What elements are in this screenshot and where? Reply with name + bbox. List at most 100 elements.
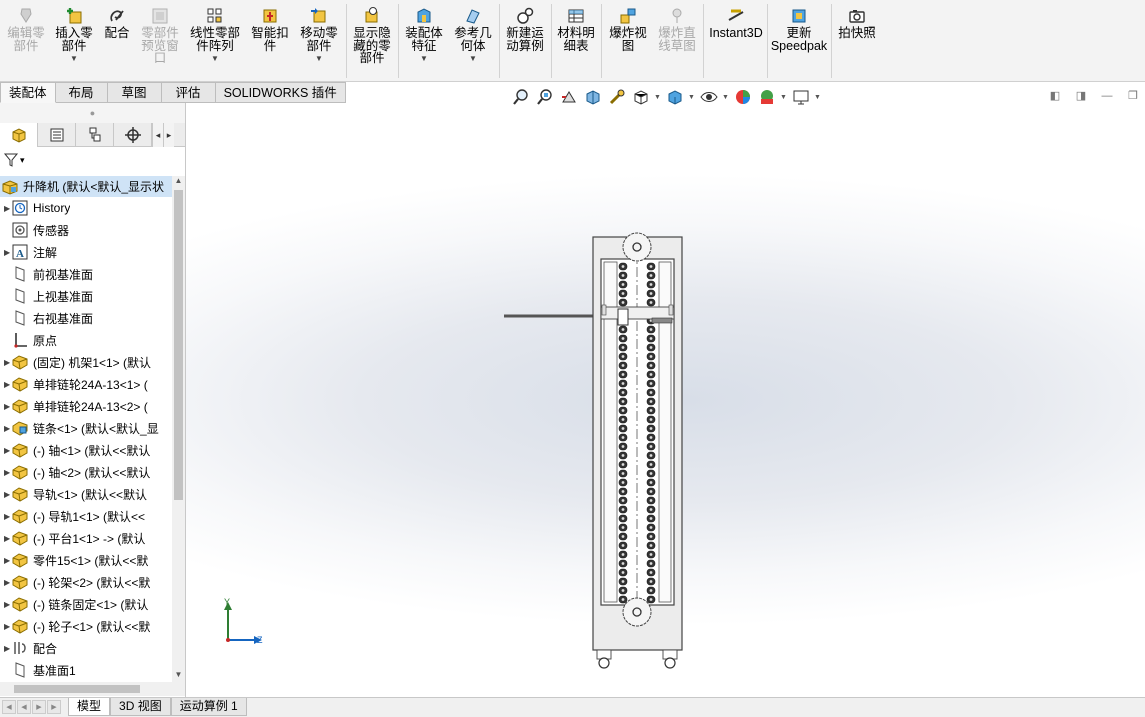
expand-arrow-icon[interactable]: ▶ xyxy=(0,424,11,433)
assembly-features-button[interactable]: 装配体 特征 ▼ xyxy=(402,6,446,78)
insert-component-button[interactable]: 插入零 部件 ▼ xyxy=(53,6,95,78)
tree-root-assembly[interactable]: 升降机 (默认<默认_显示状 xyxy=(0,176,172,197)
expand-arrow-icon[interactable]: ▶ xyxy=(0,644,11,653)
expand-arrow-icon[interactable]: ▶ xyxy=(0,578,11,587)
tree-item[interactable]: ▶ 零件15<1> (默认<<默 xyxy=(0,549,172,571)
panel-grip[interactable]: ● xyxy=(0,103,185,123)
display-style-button[interactable] xyxy=(664,86,686,108)
tab-scroll-left-icon[interactable]: ◂ xyxy=(152,123,163,147)
expand-arrow-icon[interactable]: ▶ xyxy=(0,600,11,609)
dynamic-annotation-button[interactable] xyxy=(606,86,628,108)
tree-item[interactable]: 前视基准面 xyxy=(0,263,172,285)
new-motion-study-button[interactable]: 新建运 动算例 xyxy=(503,6,547,78)
tree-item[interactable]: 基准面1 xyxy=(0,659,172,681)
tree-item[interactable]: 原点 xyxy=(0,329,172,351)
reference-geometry-button[interactable]: 参考几 何体 ▼ xyxy=(451,6,495,78)
apply-scene-button[interactable] xyxy=(756,86,778,108)
section-view-button[interactable] xyxy=(582,86,604,108)
tab-configuration-manager[interactable] xyxy=(76,123,114,147)
expand-arrow-icon[interactable]: ▶ xyxy=(0,534,11,543)
hide-show-items-button[interactable] xyxy=(698,86,720,108)
tree-item[interactable]: ▶ (-) 轴<1> (默认<<默认 xyxy=(0,439,172,461)
tile-left-icon[interactable]: ◧ xyxy=(1047,88,1063,104)
chevron-down-icon[interactable]: ▼ xyxy=(654,94,662,101)
tree-item[interactable]: ▶ 配合 xyxy=(0,637,172,659)
edit-appearance-button[interactable] xyxy=(732,86,754,108)
scroll-thumb[interactable] xyxy=(14,685,140,693)
dropdown-caret-icon[interactable]: ▼ xyxy=(70,54,78,63)
instant3d-button[interactable]: Instant3D xyxy=(708,6,764,78)
tree-item[interactable]: ▶ 单排链轮24A-13<2> ( xyxy=(0,395,172,417)
view-settings-button[interactable] xyxy=(790,86,812,108)
chevron-down-icon[interactable]: ▼ xyxy=(780,94,788,101)
move-component-button[interactable]: 移动零 部件 ▼ xyxy=(297,6,341,78)
tree-item[interactable]: ▶ 链条<1> (默认<默认_显 xyxy=(0,417,172,439)
expand-arrow-icon[interactable]: ▶ xyxy=(0,402,11,411)
tree-item[interactable]: ▶ (-) 链条固定<1> (默认 xyxy=(0,593,172,615)
component-preview-window-button[interactable]: 零部件 预览窗 口 xyxy=(138,6,182,78)
tab-dimxpert-manager[interactable] xyxy=(114,123,152,147)
tree-item[interactable]: ▶ (-) 轮子<1> (默认<<默 xyxy=(0,615,172,637)
last-tab-icon[interactable]: ▶ xyxy=(47,700,61,714)
zoom-to-fit-button[interactable] xyxy=(510,86,532,108)
tree-item[interactable]: ▶ 导轨<1> (默认<<默认 xyxy=(0,483,172,505)
tree-filter[interactable]: ▾ xyxy=(0,147,185,173)
scroll-down-icon[interactable]: ▼ xyxy=(172,670,185,682)
tab-property-manager[interactable] xyxy=(38,123,76,147)
tree-item[interactable]: 上视基准面 xyxy=(0,285,172,307)
expand-arrow-icon[interactable]: ▶ xyxy=(0,490,11,499)
tab-3d-view[interactable]: 3D 视图 xyxy=(110,698,171,716)
update-speedpak-button[interactable]: 更新 Speedpak xyxy=(771,6,827,78)
expand-arrow-icon[interactable]: ▶ xyxy=(0,512,11,521)
graphics-area[interactable]: Y Z xyxy=(186,103,1145,697)
tree-vertical-scrollbar[interactable]: ▲ ▼ xyxy=(172,176,185,682)
scroll-thumb[interactable] xyxy=(174,190,183,500)
chevron-down-icon[interactable]: ▼ xyxy=(688,94,696,101)
previous-view-button[interactable] xyxy=(558,86,580,108)
tab-scroll-right-icon[interactable]: ▸ xyxy=(163,123,174,147)
tree-item[interactable]: 右视基准面 xyxy=(0,307,172,329)
dropdown-caret-icon[interactable]: ▼ xyxy=(315,54,323,63)
tab-sketch[interactable]: 草图 xyxy=(107,82,162,103)
tree-item[interactable]: ▶ A 注解 xyxy=(0,241,172,263)
bill-of-materials-button[interactable]: 材料明 细表 xyxy=(555,6,597,78)
tab-evaluate[interactable]: 评估 xyxy=(161,82,216,103)
expand-arrow-icon[interactable]: ▶ xyxy=(0,380,11,389)
edit-component-button[interactable]: 编辑零 部件 xyxy=(6,6,46,78)
dropdown-caret-icon[interactable]: ▼ xyxy=(469,54,477,63)
tree-item[interactable]: ▶ (-) 平台1<1> -> (默认 xyxy=(0,527,172,549)
dropdown-caret-icon[interactable]: ▼ xyxy=(211,54,219,63)
tab-layout[interactable]: 布局 xyxy=(55,82,108,103)
tab-assembly[interactable]: 装配体 xyxy=(0,82,56,103)
take-snapshot-button[interactable]: 拍快照 xyxy=(835,6,879,78)
tree-item[interactable]: ▶ (-) 轮架<2> (默认<<默 xyxy=(0,571,172,593)
view-orientation-button[interactable] xyxy=(630,86,652,108)
expand-arrow-icon[interactable]: ▶ xyxy=(0,622,11,631)
chevron-down-icon[interactable]: ▼ xyxy=(722,94,730,101)
tree-item[interactable]: ▶ 单排链轮24A-13<1> ( xyxy=(0,373,172,395)
tab-solidworks-addins[interactable]: SOLIDWORKS 插件 xyxy=(215,82,346,103)
minimize-icon[interactable]: — xyxy=(1099,88,1115,104)
scroll-up-icon[interactable]: ▲ xyxy=(172,176,185,188)
expand-arrow-icon[interactable]: ▶ xyxy=(0,248,11,257)
tree-item[interactable]: ▶ (-) 轴<2> (默认<<默认 xyxy=(0,461,172,483)
explode-line-sketch-button[interactable]: 爆炸直 线草图 xyxy=(655,6,699,78)
tab-model[interactable]: 模型 xyxy=(68,698,111,716)
zoom-to-area-button[interactable] xyxy=(534,86,556,108)
expand-arrow-icon[interactable]: ▶ xyxy=(0,358,11,367)
linear-component-pattern-button[interactable]: 线性零部 件阵列 ▼ xyxy=(187,6,243,78)
tree-item[interactable]: ▶ History xyxy=(0,197,172,219)
first-tab-icon[interactable]: ◀ xyxy=(2,700,16,714)
tile-right-icon[interactable]: ◨ xyxy=(1073,88,1089,104)
tab-motion-study-1[interactable]: 运动算例 1 xyxy=(170,698,247,716)
tree-item[interactable]: ▶ (-) 导轨1<1> (默认<< xyxy=(0,505,172,527)
restore-icon[interactable]: ❐ xyxy=(1125,88,1141,104)
show-hidden-components-button[interactable]: 显示隐 藏的零 部件 xyxy=(350,6,394,78)
expand-arrow-icon[interactable]: ▶ xyxy=(0,468,11,477)
expand-arrow-icon[interactable]: ▶ xyxy=(0,446,11,455)
previous-tab-icon[interactable]: ◀ xyxy=(17,700,31,714)
smart-fasteners-button[interactable]: 智能扣 件 xyxy=(248,6,292,78)
chevron-down-icon[interactable]: ▼ xyxy=(814,94,822,101)
tree-item[interactable]: 传感器 xyxy=(0,219,172,241)
tree-item[interactable]: ▶ (固定) 机架1<1> (默认 xyxy=(0,351,172,373)
